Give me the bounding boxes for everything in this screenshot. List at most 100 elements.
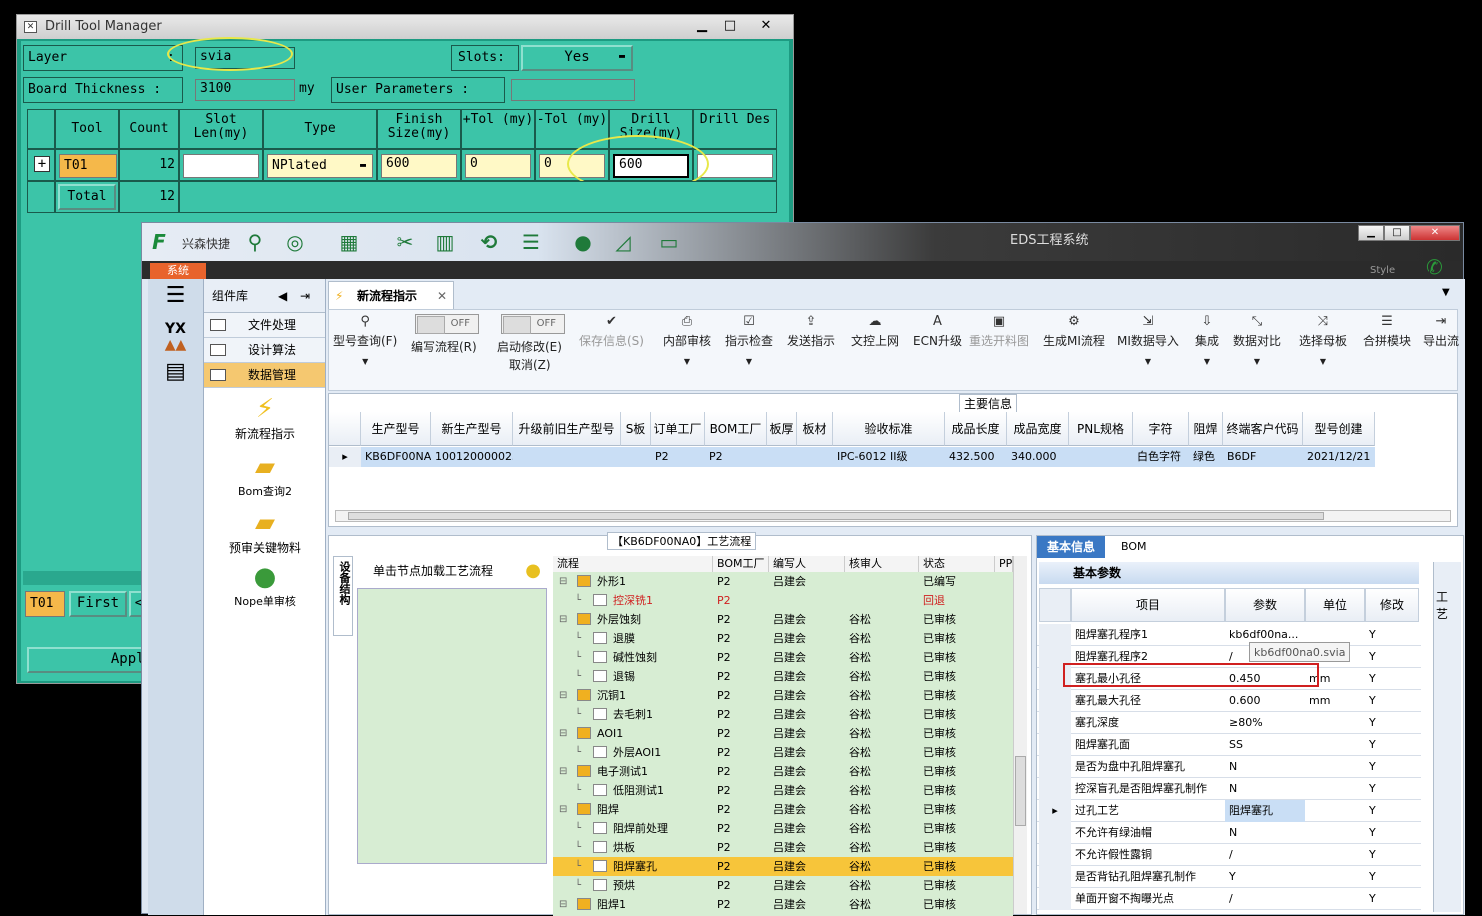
nav-tool[interactable]: T01 — [25, 591, 65, 617]
grid-header[interactable]: 阻焊 — [1189, 412, 1223, 446]
flow-row[interactable]: └ 碱性蚀刻 P2 吕建会 谷松 已审核 — [553, 648, 1013, 667]
hscroll[interactable] — [23, 571, 143, 585]
toggle-start-edit[interactable]: OFF — [501, 314, 565, 334]
reselect-button[interactable]: ▣ 重选开料图 — [969, 314, 1029, 349]
info-row[interactable]: 是否为盘中孔阻焊塞孔 N Y — [1037, 756, 1421, 778]
collapse-icon[interactable]: ⊟ — [559, 895, 567, 914]
board-thickness-field[interactable]: 3100 — [195, 79, 295, 101]
flow-header[interactable]: 编写人 — [769, 556, 845, 572]
info-row[interactable]: 不允许假性露铜 / Y — [1037, 844, 1421, 866]
lib-item-data[interactable]: 数据管理 — [204, 363, 325, 388]
flow-row[interactable]: └ 阻焊塞孔 P2 吕建会 谷松 已审核 — [553, 857, 1013, 876]
flow-row[interactable]: └ 退锡 P2 吕建会 谷松 已审核 — [553, 667, 1013, 686]
flow-header[interactable]: BOM工厂 — [713, 556, 769, 572]
cancel-button[interactable]: 取消(Z) — [509, 356, 551, 373]
film-icon[interactable]: ▥ — [432, 229, 458, 255]
grid-header[interactable]: S板 — [621, 412, 651, 446]
flow-row[interactable]: ⊟ 阻焊1 P2 吕建会 谷松 已审核 — [553, 895, 1013, 914]
user-icon[interactable]: ● — [570, 229, 596, 255]
ecn-button[interactable]: A ECN升级 — [913, 314, 962, 349]
merge-button[interactable]: ☰ 合拼模块 — [1363, 314, 1411, 349]
calculator-icon[interactable]: ▤ — [148, 359, 203, 384]
scroll-thumb[interactable] — [348, 512, 1324, 520]
pin-icon[interactable]: ⇥ — [300, 279, 310, 313]
prereview-item[interactable]: ▰ 预审关键物料 — [210, 507, 320, 556]
eds-titlebar[interactable]: F 兴森快捷 ⚲ ◎ ▦ ✂ ▥ ⟲ ☰ ● ◿ ▭ EDS工程系统 ▁ □ ✕ — [142, 223, 1463, 261]
slot-len-input[interactable] — [183, 154, 259, 178]
list-icon[interactable]: ☰ — [518, 229, 544, 255]
search-icon[interactable]: ⚲ — [242, 229, 268, 255]
grid-header[interactable]: BOM工厂 — [705, 412, 767, 446]
tool-t01[interactable]: T01 — [59, 154, 117, 178]
arrow-left-icon[interactable]: ◀ — [278, 279, 287, 313]
info-row[interactable]: 塞孔最大孔径 0.600 mm Y — [1037, 690, 1421, 712]
flow-row[interactable]: └ 控深铣1 P2 回退 — [553, 591, 1013, 610]
instruct-check-button[interactable]: ☑ 指示检查 ▼ — [725, 314, 773, 366]
flow-header[interactable]: 状态 — [919, 556, 995, 572]
info-row[interactable]: 阻焊塞孔面 SS Y — [1037, 734, 1421, 756]
chart-icon[interactable]: ◿ — [610, 229, 636, 255]
close-icon[interactable]: ✕ — [1410, 225, 1460, 241]
plus-tol-input[interactable]: 0 — [465, 154, 531, 178]
info-row[interactable]: ▸ 过孔工艺 阻焊塞孔 Y — [1037, 800, 1421, 822]
minimize-icon[interactable]: ▁ — [1358, 225, 1384, 241]
flow-row[interactable]: └ 低阻测试1 P2 吕建会 谷松 已审核 — [553, 781, 1013, 800]
flow-row[interactable]: └ 烘板 P2 吕建会 谷松 已审核 — [553, 838, 1013, 857]
tab-menu-icon[interactable]: ▼ — [1442, 287, 1450, 298]
collapse-icon[interactable]: ⊟ — [559, 762, 567, 781]
maximize-icon[interactable]: □ — [1384, 225, 1410, 241]
maximize-icon[interactable]: □ — [717, 17, 743, 35]
expand-icon[interactable]: + — [34, 156, 50, 172]
style-label[interactable]: Style — [1370, 265, 1395, 276]
info-row[interactable]: 不允许有绿油帽 N Y — [1037, 822, 1421, 844]
mi-import-button[interactable]: ⇲ MI数据导入 ▼ — [1117, 314, 1179, 366]
info-header[interactable]: 参数 — [1225, 588, 1305, 622]
grid-header[interactable]: 成品长度 — [945, 412, 1007, 446]
collapse-icon[interactable]: ⊟ — [559, 610, 567, 629]
grid-icon[interactable]: ▦ — [336, 229, 362, 255]
type-dropdown[interactable]: NPlated ▬ — [267, 154, 373, 178]
flow-row[interactable]: └ 预烘 P2 吕建会 谷松 已审核 — [553, 876, 1013, 895]
flow-row[interactable]: ⊟ AOI1 P2 吕建会 谷松 已审核 — [553, 724, 1013, 743]
gen-mi-button[interactable]: ⚙ 生成MI流程 — [1043, 314, 1105, 349]
upload-button[interactable]: ☁ 文控上网 — [851, 314, 899, 349]
grid-header[interactable]: 成品宽度 — [1007, 412, 1069, 446]
flow-row[interactable]: └ 外层AOI1 P2 吕建会 谷松 已审核 — [553, 743, 1013, 762]
phone-icon[interactable]: ✆ — [1426, 255, 1443, 279]
side-label[interactable]: 工艺 — [1433, 562, 1461, 912]
close-icon[interactable]: ✕ — [753, 17, 779, 35]
system-tab[interactable]: 系统 — [150, 263, 206, 279]
flow-row[interactable]: ⊟ 电子测试1 P2 吕建会 谷松 已审核 — [553, 762, 1013, 781]
dtm-titlebar[interactable]: ✕ Drill Tool Manager ▁ □ ✕ — [17, 15, 793, 39]
info-row[interactable]: 塞孔深度 ≥80% Y — [1037, 712, 1421, 734]
grid-header[interactable]: 终端客户代码 — [1223, 412, 1303, 446]
grid-hscroll[interactable] — [335, 510, 1451, 522]
grid-header[interactable]: 订单工厂 — [651, 412, 705, 446]
info-header[interactable]: 修改 — [1365, 588, 1419, 622]
export-button[interactable]: ⇥ 导出流 — [1423, 314, 1459, 349]
tab-bom[interactable]: BOM — [1121, 536, 1147, 558]
grid-header[interactable]: 升级前旧生产型号 — [513, 412, 621, 446]
collapse-icon[interactable]: ⊟ — [559, 800, 567, 819]
grid-header[interactable]: 字符 — [1133, 412, 1189, 446]
internal-review-button[interactable]: ⎙ 内部审核 ▼ — [663, 314, 711, 366]
scroll-thumb[interactable] — [1015, 756, 1026, 826]
collapse-icon[interactable]: ⊟ — [559, 572, 567, 591]
nope-review-item[interactable]: ● Nope单审核 — [210, 561, 320, 609]
flow-row[interactable]: ⊟ 外层蚀刻 P2 吕建会 谷松 已审核 — [553, 610, 1013, 629]
refresh-icon[interactable]: ⟲ — [476, 229, 502, 255]
grid-header[interactable]: 生产型号 — [361, 412, 431, 446]
flow-row[interactable]: └ 阻焊前处理 P2 吕建会 谷松 已审核 — [553, 819, 1013, 838]
info-row[interactable]: 是否背钻孔阻焊塞孔制作 Y Y — [1037, 866, 1421, 888]
new-flow-item[interactable]: ⚡ 新流程指示 — [210, 393, 320, 442]
close-tab-icon[interactable]: ✕ — [437, 282, 447, 310]
info-row[interactable]: 阻焊塞孔程序1 kb6df00na... Y — [1037, 624, 1421, 646]
template-button[interactable]: ⤨ 选择母板 ▼ — [1299, 314, 1347, 366]
scissors-icon[interactable]: ✂ — [392, 229, 418, 255]
lib-item-algo[interactable]: 设计算法 — [204, 338, 325, 363]
doc-tab[interactable]: ⚡ 新流程指示 ✕ — [328, 281, 454, 309]
compare-button[interactable]: ⤡ 数据对比 ▼ — [1233, 314, 1281, 366]
side-tab[interactable]: 设备结构 — [333, 556, 353, 636]
flow-vscroll[interactable] — [1013, 556, 1027, 914]
save-info-button[interactable]: ✔ 保存信息(S) — [579, 314, 644, 349]
